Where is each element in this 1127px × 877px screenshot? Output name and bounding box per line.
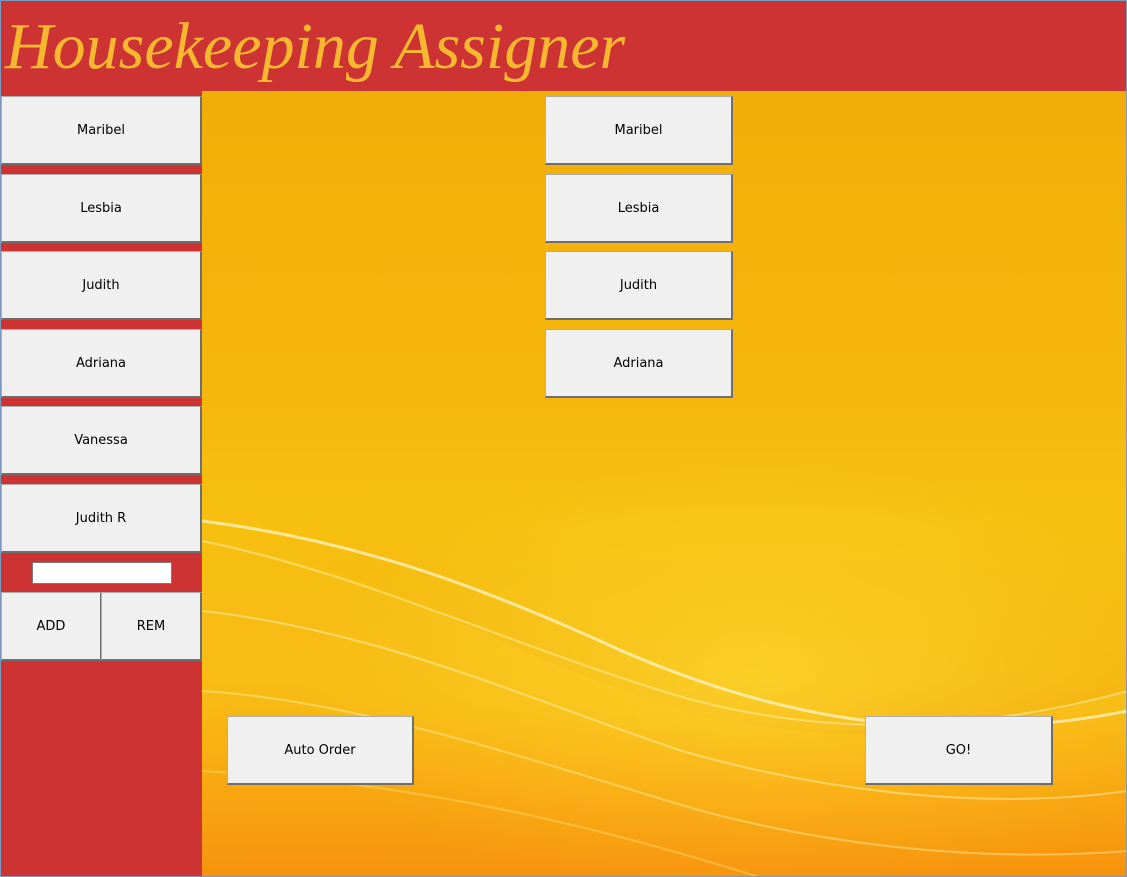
staff-button-label: Maribel [76, 122, 125, 138]
staff-button-label: Lesbia [80, 200, 122, 216]
staff-button-label: Adriana [75, 355, 127, 371]
assigned-button-label: Adriana [613, 355, 664, 371]
auto-order-button-label: Auto Order [284, 742, 356, 758]
auto-order-button[interactable]: Auto Order [227, 716, 414, 785]
staff-button-vanessa[interactable]: Vanessa [1, 406, 202, 475]
assigned-button-label: Maribel [614, 122, 663, 138]
assigned-button-judith[interactable]: Judith [545, 251, 733, 320]
staff-button-judith-r[interactable]: Judith R [1, 484, 202, 553]
assigned-button-label: Judith [619, 277, 658, 293]
staff-button-label: Vanessa [74, 432, 128, 448]
remove-button-label: REM [136, 618, 166, 634]
app-window: Housekeeping Assigner Maribel Lesbia Jud… [0, 0, 1127, 877]
add-button[interactable]: ADD [1, 592, 102, 661]
staff-button-maribel[interactable]: Maribel [1, 96, 202, 165]
add-button-label: ADD [36, 618, 66, 634]
title-bar: Housekeeping Assigner [1, 1, 1126, 91]
go-button[interactable]: GO! [865, 716, 1053, 785]
name-input[interactable] [32, 562, 172, 584]
remove-button[interactable]: REM [101, 592, 202, 661]
app-title: Housekeeping Assigner [5, 10, 626, 83]
assigned-button-lesbia[interactable]: Lesbia [545, 174, 733, 243]
staff-button-label: Judith R [75, 510, 127, 526]
assigned-button-maribel[interactable]: Maribel [545, 96, 733, 165]
staff-button-adriana[interactable]: Adriana [1, 329, 202, 398]
assigned-button-label: Lesbia [617, 200, 660, 216]
assigned-button-adriana[interactable]: Adriana [545, 329, 733, 398]
staff-button-label: Judith [82, 277, 120, 293]
staff-button-lesbia[interactable]: Lesbia [1, 174, 202, 243]
go-button-label: GO! [945, 742, 972, 758]
staff-button-judith[interactable]: Judith [1, 251, 202, 320]
